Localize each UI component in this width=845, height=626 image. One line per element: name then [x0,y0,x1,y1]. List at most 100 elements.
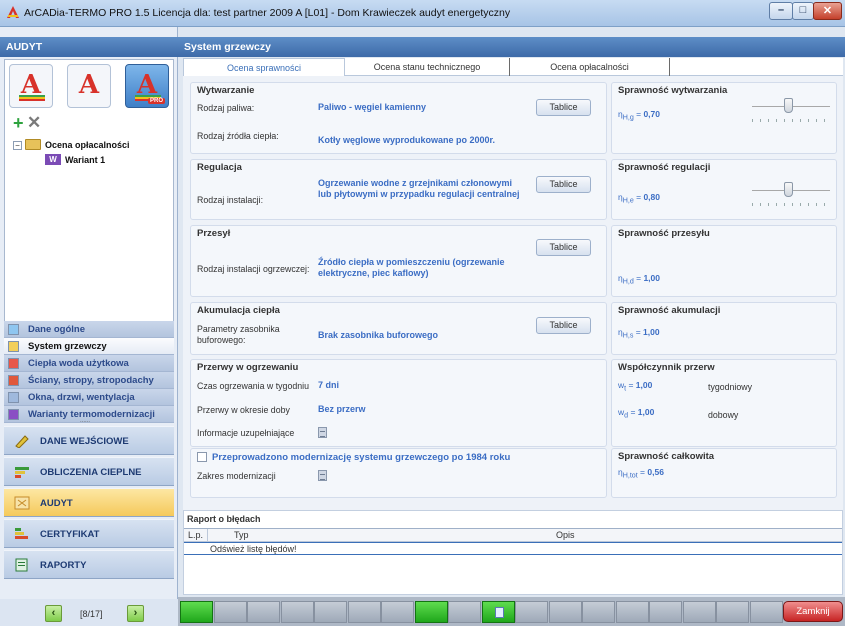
section-audyt[interactable]: AUDYT [4,488,174,517]
section-label: OBLICZENIA CIEPLNE [40,467,142,478]
column-typ[interactable]: Typ [234,530,249,540]
title-bar: ArCADia-TERMO PRO 1.5 Licencja dla: test… [0,0,845,27]
status-segment [247,601,280,623]
content-area: Wytwarzanie Rodzaj paliwa: Paliwo - węgi… [183,76,843,510]
status-segment [582,601,615,623]
status-segment [716,601,749,623]
modernizacja-checkbox-label[interactable]: Przeprowadzono modernizację systemu grze… [212,452,510,463]
sprawnosc-wytwarzania-slider[interactable] [784,98,793,113]
color-scale-icon [19,95,45,101]
nav-item-label: Warianty termomodernizacji [28,409,155,420]
tablice-button[interactable]: Tablice [536,176,591,193]
panel-title: Sprawność regulacji [618,162,711,173]
window-icon [8,392,19,403]
section-raporty[interactable]: RAPORTY [4,550,174,579]
heating-installation-value[interactable]: Źródło ciepła w pomieszczeniu (ogrzewani… [318,257,533,279]
tablice-button[interactable]: Tablice [536,99,591,116]
notes-icon[interactable] [318,470,327,481]
tree-collapse-icon[interactable]: − [13,141,22,150]
eta-subscript: H,s [622,331,634,340]
tree-item-wariant[interactable]: Wariant 1 [65,155,105,165]
column-lp[interactable]: L.p. [188,530,203,540]
column-opis[interactable]: Opis [556,530,575,540]
section-obliczenia-cieplne[interactable]: OBLICZENIA CIEPLNE [4,457,174,486]
nav-item-ciepla-woda[interactable]: Ciepła woda użytkowa [4,355,174,372]
dane-ogolne-icon [8,324,19,335]
status-segment [347,601,381,623]
panel-title: Współczynnik przerw [618,362,715,373]
wd-value: wd = 1,00 [618,407,655,420]
delete-icon[interactable]: ✕ [27,114,41,132]
next-page-button[interactable]: › [127,605,144,622]
nav-list: Dane ogólne System grzewczy Ciepła woda … [4,321,174,423]
tablice-button[interactable]: Tablice [536,317,591,334]
nav-item-sciany[interactable]: Ściany, stropy, stropodachy [4,372,174,389]
panel-akumulacja: Akumulacja ciepła Parametry zasobnika bu… [190,302,607,355]
pro-badge: PRO [147,98,165,104]
modernizacja-checkbox[interactable] [197,452,207,462]
buffer-label: Parametry zasobnika buforowego: [197,324,280,345]
nav-item-okna[interactable]: Okna, drzwi, wentylacja [4,389,174,406]
section-label: DANE WEJŚCIOWE [40,436,129,447]
at-pro-tool-button[interactable]: A PRO [125,64,169,108]
window-title: ArCADia-TERMO PRO 1.5 Licencja dla: test… [24,7,511,19]
splitter-handle[interactable]: ...... [80,418,90,424]
close-window-button[interactable]: ✕ [813,2,842,20]
page-counter: [8/17] [80,609,103,619]
panel-title: Sprawność akumulacji [618,305,721,316]
panel-title: Akumulacja ciepła [197,305,280,316]
status-segment [180,601,213,623]
eta-subscript: H,tot [622,471,638,480]
document-icon[interactable] [494,607,504,618]
nav-item-label: Okna, drzwi, wentylacja [28,392,135,403]
section-dane-wejsciowe[interactable]: DANE WEJŚCIOWE [4,426,174,455]
panel-title: Sprawność przesyłu [618,228,710,239]
bars-icon [15,467,29,478]
panel-wytwarzanie: Wytwarzanie Rodzaj paliwa: Paliwo - węgi… [190,82,607,154]
variants-icon [8,409,19,420]
eta-value: ηH,g = 0,70 [618,109,660,122]
table-row[interactable]: Odśwież listę błędów! [184,542,842,555]
info-label: Informacje uzupełniające [197,428,295,438]
status-segment [749,601,783,623]
zamknij-button[interactable]: Zamknij [783,601,843,622]
house-icon [8,375,19,386]
app-logo-icon [7,6,19,18]
week-value[interactable]: 7 dni [318,380,339,390]
prev-page-button[interactable]: ‹ [45,605,62,622]
eta-value: ηH,d = 1,00 [618,273,660,286]
wt-subscript: t [624,384,627,393]
buffer-value[interactable]: Brak zasobnika buforowego [318,330,438,340]
sprawnosc-calkowita-value: 0,56 [647,467,664,477]
tab-ocena-sprawnosci[interactable]: Ocena sprawności [183,58,345,76]
at-tool-button-1[interactable]: A [9,64,53,108]
minimize-button[interactable]: – [769,2,793,20]
installation-value[interactable]: Ogrzewanie wodne z grzejnikami członowym… [318,178,528,200]
tab-ocena-oplacalnosci[interactable]: Ocena opłacalności [510,58,670,76]
tablice-button[interactable]: Tablice [536,239,591,256]
at-tool-button-2[interactable]: A [67,64,111,108]
day-value[interactable]: Bez przerw [318,404,366,414]
tab-ocena-stanu-technicznego[interactable]: Ocena stanu technicznego [345,58,510,76]
add-icon[interactable]: + [13,114,24,132]
maximize-button[interactable]: □ [792,2,814,20]
nav-item-dane-ogolne[interactable]: Dane ogólne [4,321,174,338]
error-table-header: L.p. Typ Opis [184,529,842,542]
panel-regulacja: Regulacja Rodzaj instalacji: Ogrzewanie … [190,159,607,220]
refresh-errors-link[interactable]: Odśwież listę błędów! [210,544,297,554]
status-segment [548,601,582,623]
wd-number: 1,00 [637,407,655,417]
notes-icon[interactable] [318,427,327,438]
wt-value: wt = 1,00 [618,380,653,393]
section-certyfikat[interactable]: CERTYFIKAT [4,519,174,548]
slider-ticks [752,119,830,122]
status-segment [314,601,347,623]
tree-item-ocena[interactable]: Ocena opłacalności [45,140,130,150]
sprawnosc-regulacji-slider[interactable] [784,182,793,197]
fuel-value[interactable]: Paliwo - węgiel kamienny [318,102,426,112]
nav-item-system-grzewczy[interactable]: System grzewczy [4,338,174,355]
wt-number: 1,00 [635,380,653,390]
pencil-icon [15,435,29,448]
source-value[interactable]: Kotły węglowe wyprodukowane po 2000r. [318,135,495,145]
status-document-segment [481,601,515,623]
